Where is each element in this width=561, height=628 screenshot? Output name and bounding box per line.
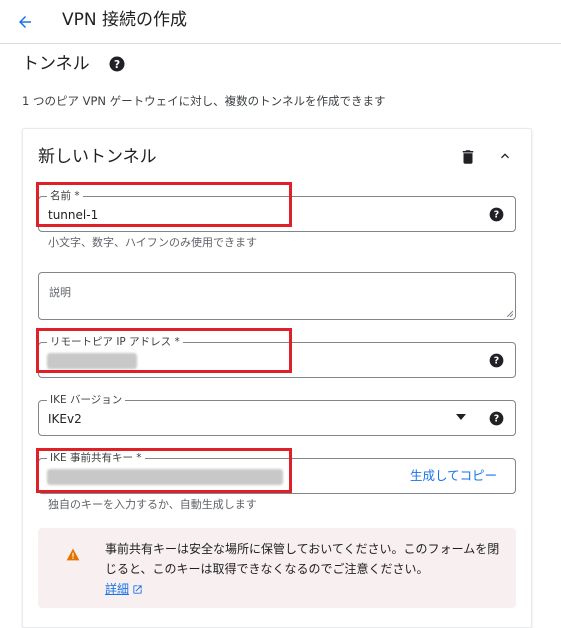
card-title: 新しいトンネル [38, 147, 157, 167]
generate-copy-button[interactable]: 生成してコピー [410, 468, 497, 484]
app-header: VPN 接続の作成 [0, 0, 561, 44]
description-placeholder: 説明 [49, 286, 71, 299]
name-hint: 小文字、数字、ハイフンのみ使用できます [48, 236, 257, 249]
warning-text: 事前共有キーは安全な場所に保管しておいてください。このフォームを閉じると、このキ… [105, 542, 500, 576]
psk-hint: 独自のキーを入力するか、自動生成します [48, 498, 257, 511]
remote-peer-ip-label: リモートピア IP アドレス * [47, 335, 183, 349]
remote-peer-ip-field[interactable]: リモートピア IP アドレス * ? [38, 335, 516, 378]
help-icon[interactable]: ? [108, 55, 126, 73]
arrow-back-icon [19, 16, 31, 28]
resize-handle-icon[interactable] [505, 309, 513, 317]
help-icon[interactable]: ? [489, 411, 504, 426]
warning-icon [66, 548, 80, 561]
ike-version-value: IKEv2 [48, 412, 82, 426]
external-link-icon [133, 584, 142, 594]
ike-version-label: IKE バージョン [47, 393, 126, 407]
svg-text:?: ? [494, 356, 499, 367]
name-field[interactable]: 名前 * tunnel-1 ? [38, 189, 516, 232]
svg-text:?: ? [494, 414, 499, 425]
ike-version-select[interactable]: IKE バージョン IKEv2 ? [38, 393, 516, 436]
svg-text:?: ? [114, 59, 120, 71]
learn-more-label: 詳細 [105, 582, 130, 596]
section-subtitle: 1 つのピア VPN ゲートウェイに対し、複数のトンネルを作成できます [22, 94, 386, 108]
name-value: tunnel-1 [48, 208, 99, 222]
name-label: 名前 * [47, 189, 83, 203]
back-button[interactable] [11, 8, 39, 36]
help-icon[interactable]: ? [489, 207, 504, 222]
dropdown-arrow-icon[interactable] [456, 414, 466, 420]
chevron-up-icon[interactable] [495, 148, 515, 164]
ike-psk-label: IKE 事前共有キー * [47, 451, 145, 465]
section-title: トンネル [22, 54, 90, 74]
redacted-value [47, 469, 283, 485]
svg-text:?: ? [494, 210, 499, 221]
page-title: VPN 接続の作成 [62, 10, 188, 30]
description-field[interactable]: 説明 [38, 272, 516, 320]
help-icon[interactable]: ? [489, 353, 504, 368]
delete-icon[interactable] [459, 147, 477, 167]
learn-more-link[interactable]: 詳細 [105, 579, 143, 599]
redacted-value [47, 353, 137, 369]
